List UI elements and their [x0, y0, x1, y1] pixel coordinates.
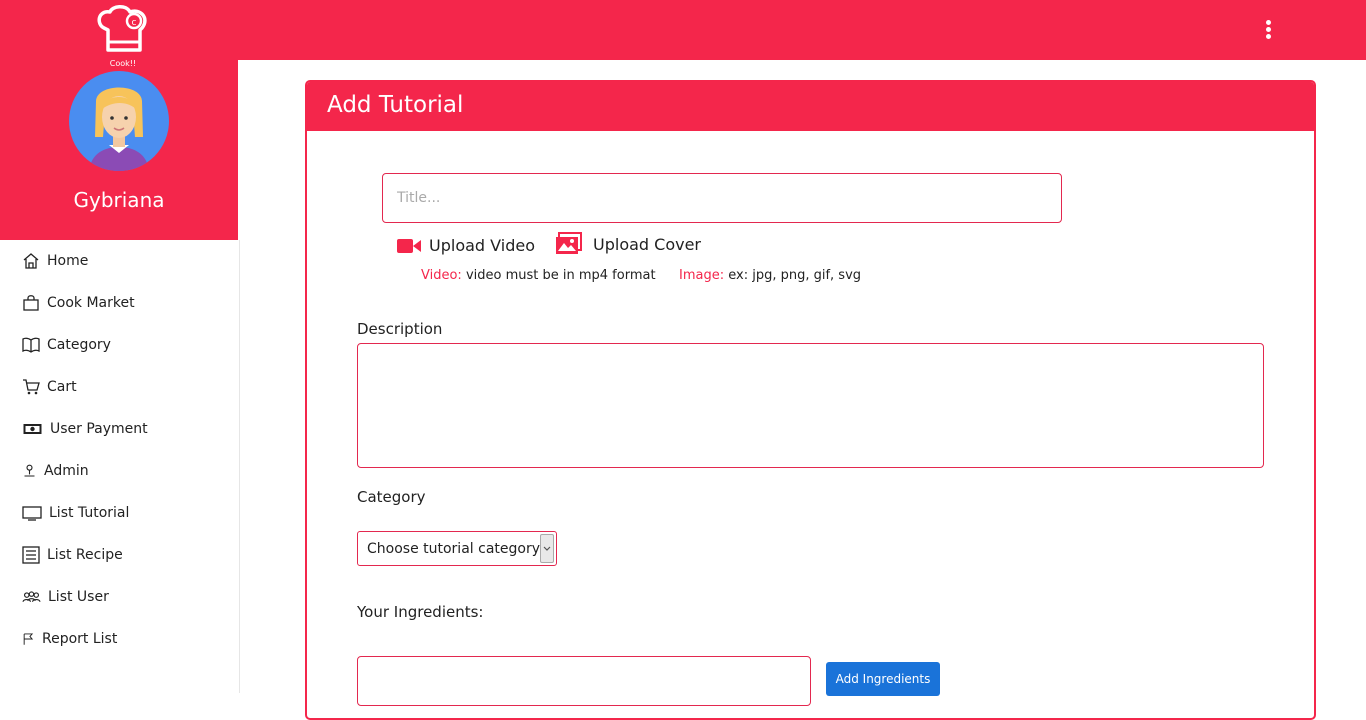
card-header: Add Tutorial	[307, 82, 1314, 131]
logo[interactable]: c Cook!!	[94, 4, 152, 68]
flag-icon	[23, 633, 34, 645]
home-icon	[23, 253, 39, 269]
people-icon	[22, 591, 41, 603]
upload-cover-label: Upload Cover	[593, 234, 701, 254]
description-label: Description	[357, 320, 443, 338]
sidebar-item-admin[interactable]: Admin	[22, 459, 89, 483]
category-select[interactable]: Choose tutorial category	[357, 531, 557, 566]
video-hint-key: Video:	[421, 268, 462, 283]
person-icon	[24, 464, 35, 477]
upload-cover-button[interactable]: Upload Cover	[555, 232, 701, 256]
sidebar-item-label: List Recipe	[47, 547, 123, 563]
user-name: Gybriana	[73, 188, 165, 212]
chef-hat-icon: c	[97, 5, 147, 52]
sidebar-item-report-list[interactable]: Report List	[22, 627, 117, 651]
svg-text:c: c	[132, 18, 137, 28]
sidebar-item-user-payment[interactable]: User Payment	[22, 417, 148, 441]
page-title: Add Tutorial	[327, 92, 464, 118]
book-icon	[22, 337, 40, 353]
add-tutorial-card: Add Tutorial Upload Video Upload Cover V…	[305, 80, 1316, 720]
sidebar-item-category[interactable]: Category	[22, 333, 111, 357]
kebab-menu-icon[interactable]	[1262, 20, 1274, 42]
title-input[interactable]	[382, 173, 1062, 223]
list-icon	[22, 546, 40, 564]
money-icon	[23, 424, 42, 434]
avatar[interactable]	[69, 71, 169, 171]
sidebar-item-list-tutorial[interactable]: List Tutorial	[22, 501, 129, 525]
ingredients-label: Your Ingredients:	[357, 603, 484, 621]
sidebar-item-cart[interactable]: Cart	[22, 375, 77, 399]
image-hint-key: Image:	[679, 268, 725, 283]
sidebar-item-label: Home	[47, 253, 89, 269]
sidebar-item-label: Cook Market	[47, 295, 135, 311]
sidebar-item-label: List User	[48, 589, 109, 605]
upload-video-label: Upload Video	[429, 236, 535, 255]
sidebar-item-label: Report List	[42, 631, 118, 647]
sidebar-item-list-user[interactable]: List User	[22, 585, 109, 609]
video-hint-text: video must be in mp4 format	[461, 268, 656, 283]
chevron-down-icon	[540, 534, 554, 563]
bag-icon	[23, 295, 39, 311]
monitor-icon	[22, 506, 42, 521]
sidebar-item-label: Category	[47, 337, 111, 353]
sidebar-profile: c Cook!! Gybriana	[0, 0, 238, 240]
sidebar-item-label: List Tutorial	[49, 505, 130, 521]
sidebar-item-list-recipe[interactable]: List Recipe	[22, 543, 123, 567]
video-hint: Video: video must be in mp4 format	[421, 268, 656, 283]
sidebar-nav: Home Cook Market Category Cart User Paym…	[0, 240, 240, 693]
category-selected-value: Choose tutorial category	[367, 541, 540, 557]
add-ingredients-button[interactable]: Add Ingredients	[826, 662, 940, 696]
logo-text: Cook!!	[109, 59, 137, 68]
sidebar-item-label: Cart	[47, 379, 77, 395]
sidebar-item-label: Admin	[44, 463, 89, 479]
video-camera-icon	[397, 238, 421, 253]
sidebar-item-cook-market[interactable]: Cook Market	[22, 291, 135, 315]
cart-icon	[23, 379, 40, 395]
category-label: Category	[357, 488, 426, 506]
images-icon	[556, 232, 582, 254]
sidebar-item-home[interactable]: Home	[22, 249, 88, 273]
upload-video-button[interactable]: Upload Video	[397, 236, 535, 255]
image-hint-text: ex: jpg, png, gif, svg	[724, 268, 862, 283]
sidebar-item-label: User Payment	[50, 421, 148, 437]
image-hint: Image: ex: jpg, png, gif, svg	[679, 268, 861, 283]
description-textarea[interactable]	[357, 343, 1264, 468]
ingredients-input[interactable]	[357, 656, 811, 706]
